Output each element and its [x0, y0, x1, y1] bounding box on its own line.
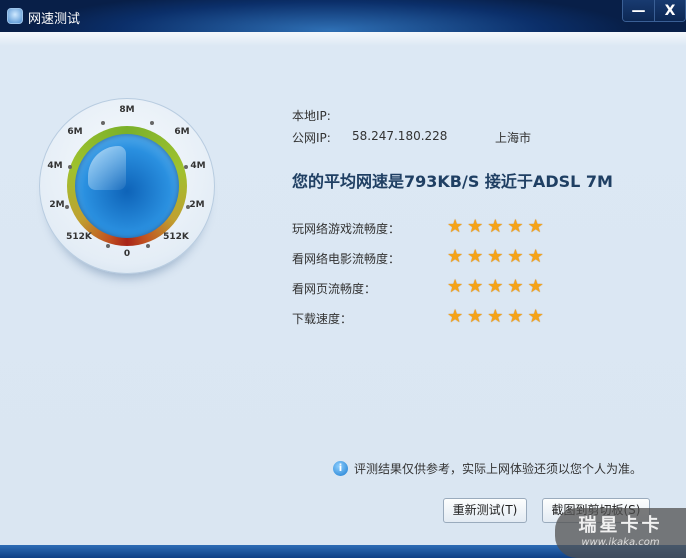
disclaimer: i 评测结果仅供参考，实际上网体验还须以您个人为准。: [333, 460, 642, 477]
speed-headline: 您的平均网速是793KB/S 接近于ADSL 7M: [292, 172, 613, 191]
title-bar: 网速测试 — X: [0, 0, 686, 32]
star-icon: ★: [447, 276, 464, 297]
retest-button[interactable]: 重新测试(T): [443, 498, 527, 523]
minimize-button[interactable]: —: [623, 0, 654, 21]
star-icon: ★: [507, 276, 524, 297]
gauge-tick-dot: [106, 244, 110, 248]
star-icon: ★: [527, 306, 544, 327]
star-icon: ★: [467, 246, 484, 267]
star-icon: ★: [507, 216, 524, 237]
star-icon: ★: [447, 216, 464, 237]
public-ip-value: 58.247.180.228: [352, 129, 448, 143]
rating-stars: ★ ★ ★ ★ ★: [447, 276, 544, 297]
star-icon: ★: [487, 306, 504, 327]
star-icon: ★: [447, 246, 464, 267]
star-icon: ★: [487, 216, 504, 237]
star-icon: ★: [527, 216, 544, 237]
public-ip-label: 公网IP:: [292, 131, 331, 145]
gauge-tick-label: 4M: [47, 161, 63, 171]
gauge-tick-dot: [150, 121, 154, 125]
watermark-logo: 瑞星卡卡 www.ikaka.com: [555, 508, 686, 558]
gauge-tick-label: 6M: [174, 127, 190, 137]
gauge-tick-label: 4M: [190, 161, 206, 171]
local-ip-label: 本地IP:: [292, 109, 331, 123]
rating-stars: ★ ★ ★ ★ ★: [447, 306, 544, 327]
star-icon: ★: [467, 216, 484, 237]
disclaimer-text: 评测结果仅供参考，实际上网体验还须以您个人为准。: [354, 462, 643, 476]
gauge-tick-label: 6M: [67, 127, 83, 137]
star-icon: ★: [527, 246, 544, 267]
gauge-tick-dot: [65, 205, 69, 209]
star-icon: ★: [507, 246, 524, 267]
gauge-tick-dot: [184, 165, 188, 169]
gauge-tick-label: 512K: [163, 232, 189, 242]
window-title: 网速测试: [28, 12, 81, 27]
star-icon: ★: [467, 306, 484, 327]
gauge-tick-label: 8M: [119, 105, 135, 115]
gauge-tick-label: 2M: [189, 200, 205, 210]
rating-label: 看网页流畅度：: [292, 282, 377, 296]
rating-label: 下载速度：: [292, 312, 353, 326]
gauge-tick-dot: [101, 121, 105, 125]
ip-location: 上海市: [495, 131, 532, 145]
gauge-tick-label: 512K: [66, 232, 92, 242]
star-icon: ★: [447, 306, 464, 327]
close-button[interactable]: X: [654, 0, 685, 21]
info-icon: i: [333, 461, 348, 476]
rating-stars: ★ ★ ★ ★ ★: [447, 216, 544, 237]
star-icon: ★: [507, 306, 524, 327]
rating-stars: ★ ★ ★ ★ ★: [447, 246, 544, 267]
gauge-tick-dot: [68, 165, 72, 169]
star-icon: ★: [487, 246, 504, 267]
app-icon: [7, 8, 23, 24]
star-icon: ★: [487, 276, 504, 297]
gauge-tick-label: 0: [123, 249, 131, 259]
gauge-tick-dot: [146, 244, 150, 248]
rating-label: 看网络电影流畅度：: [292, 252, 401, 266]
star-icon: ★: [527, 276, 544, 297]
star-icon: ★: [467, 276, 484, 297]
gauge-tick-dot: [186, 205, 190, 209]
gauge-tick-label: 2M: [49, 200, 65, 210]
rating-label: 玩网络游戏流畅度：: [292, 222, 401, 236]
